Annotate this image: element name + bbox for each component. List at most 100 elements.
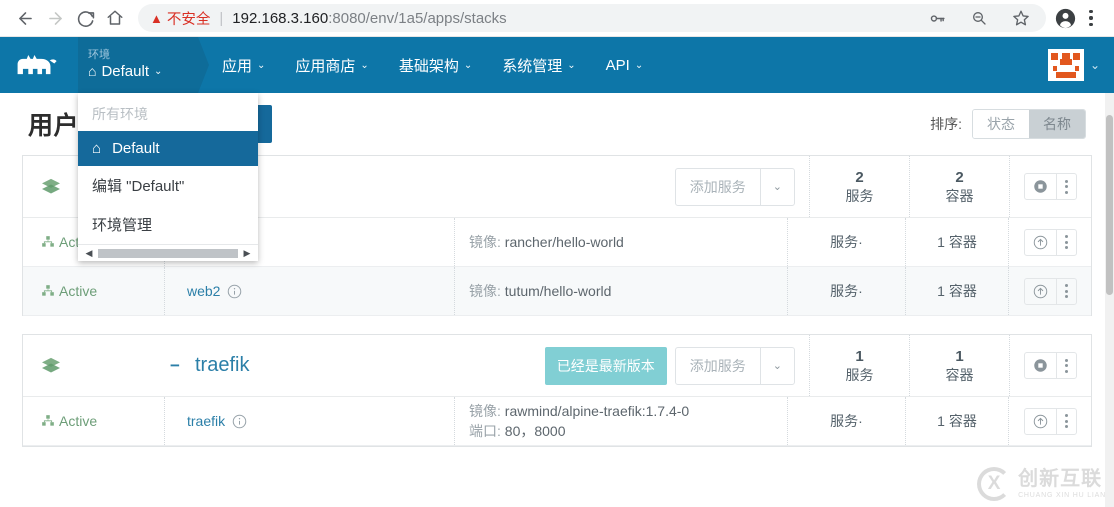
environment-name: Default (101, 63, 149, 80)
environment-dropdown: 所有环境 ⌂ Default 编辑 "Default" 环境管理 ◀ ▶ (78, 93, 258, 261)
nav-api-label: API (605, 56, 630, 74)
kebab-menu-icon[interactable] (1055, 229, 1076, 255)
service-name-cell[interactable]: traefik (165, 397, 455, 445)
dropdown-header: 所有环境 (92, 106, 148, 122)
back-button[interactable] (10, 3, 40, 33)
container-count-label: 容器 (945, 187, 974, 204)
reload-button[interactable] (70, 3, 100, 33)
upgrade-circle-icon[interactable] (1025, 279, 1056, 304)
service-scale-cell: 服务· (788, 397, 906, 445)
main-menu: 应用 ⌄ 应用商店 ⌄ 基础架构 ⌄ 系统管理 ⌄ API ⌄ (220, 37, 645, 93)
chevron-down-icon[interactable]: ⌄ (759, 347, 794, 384)
home-button[interactable] (100, 3, 130, 33)
nav-admin-label: 系统管理 (502, 57, 563, 75)
service-name[interactable]: web2 (187, 283, 220, 299)
environment-selector[interactable]: 环境 ⌂ Default ⌄ (78, 37, 209, 93)
stack-header: − traefik 已经是最新版本 添加服务 ⌄ 1 服务 1 容器 (23, 335, 1091, 397)
kebab-menu-icon[interactable] (1055, 408, 1076, 434)
chevron-down-icon[interactable]: ⌄ (759, 168, 794, 205)
dropdown-item-env-management[interactable]: 环境管理 (78, 205, 258, 244)
nav-infrastructure-label: 基础架构 (398, 57, 459, 75)
add-service-label[interactable]: 添加服务 (676, 169, 760, 205)
watermark-text: 创新互联 CHUANG XIN HU LIAN (1018, 469, 1106, 499)
ports-key: 端口: (469, 423, 501, 439)
service-count-value: 2 (855, 168, 864, 186)
dropdown-item-edit-default[interactable]: 编辑 "Default" (78, 166, 258, 205)
sort-option-state[interactable]: 状态 (973, 110, 1029, 138)
image-key: 镜像: (469, 234, 501, 250)
service-state-icon (42, 285, 54, 296)
address-bar[interactable]: ▲ 不安全 | 192.168.3.160:8080/env/1a5/apps/… (138, 4, 1046, 32)
service-action-group (1023, 277, 1077, 305)
scroll-right-arrow-icon[interactable]: ▶ (240, 248, 254, 259)
url-host: 192.168.3.160 (232, 9, 329, 27)
chevron-down-icon: ⌄ (567, 59, 576, 71)
service-container-cell: 1 容器 (906, 397, 1009, 445)
service-count-label: 服务 (845, 187, 874, 204)
service-state-label: Active (59, 283, 98, 299)
service-scale-cell: 服务· (788, 267, 906, 315)
nav-api[interactable]: API ⌄ (604, 53, 646, 78)
dropdown-scrollbar[interactable]: ◀ ▶ (78, 244, 258, 261)
stack-collapse-toggle[interactable]: − (169, 356, 181, 376)
stack-menu-cell (1009, 156, 1091, 217)
upgrade-circle-icon[interactable] (1025, 409, 1056, 434)
stop-circle-icon[interactable] (1025, 353, 1056, 378)
upgrade-circle-icon[interactable] (1025, 230, 1056, 255)
avatar[interactable] (1047, 49, 1084, 81)
kebab-menu-icon[interactable] (1078, 5, 1104, 31)
service-scale-cell: 服务· (788, 218, 906, 266)
nav-apps[interactable]: 应用 ⌄ (220, 51, 267, 80)
rancher-cow-logo (17, 55, 57, 75)
kebab-menu-icon[interactable] (1056, 174, 1076, 199)
reload-icon (77, 10, 94, 27)
up-to-date-button[interactable]: 已经是最新版本 (544, 346, 667, 385)
kebab-menu-icon[interactable] (1056, 353, 1076, 378)
nav-catalog[interactable]: 应用商店 ⌄ (293, 51, 370, 80)
scroll-thumb[interactable] (1106, 115, 1113, 295)
watermark-logo-icon: X (977, 467, 1012, 501)
environment-label: 环境 (88, 49, 110, 61)
dropdown-item-default[interactable]: ⌂ Default (78, 131, 258, 166)
rancher-logo[interactable] (0, 37, 78, 93)
key-icon[interactable] (924, 5, 950, 31)
sort-option-name[interactable]: 名称 (1029, 110, 1085, 138)
scroll-left-arrow-icon[interactable]: ◀ (82, 248, 96, 259)
service-container-cell: 1 容器 (906, 267, 1009, 315)
nav-infrastructure[interactable]: 基础架构 ⌄ (397, 51, 474, 80)
stack-name-cell[interactable]: − traefik (165, 354, 519, 377)
table-row: Active web2 镜像: tutum/hello-world 服务· 1 … (23, 267, 1091, 316)
info-circle-icon[interactable] (232, 414, 247, 429)
stack-name[interactable]: traefik (195, 354, 249, 377)
page-scrollbar[interactable] (1105, 37, 1114, 507)
info-circle-icon[interactable] (227, 284, 242, 299)
image-key: 镜像: (469, 283, 501, 299)
dropdown-item-label: 编辑 "Default" (92, 178, 185, 195)
stack-service-count: 1 服务 (809, 335, 909, 396)
kebab-menu-icon[interactable] (1055, 278, 1076, 304)
table-row: Active traefik 镜像: rawmind/alpine-traefi… (23, 397, 1091, 446)
chevron-down-icon: ⌄ (360, 59, 369, 71)
service-action-group (1023, 407, 1077, 435)
stack-actions: 添加服务 ⌄ (519, 167, 809, 206)
add-service-button-group[interactable]: 添加服务 ⌄ (674, 167, 795, 206)
nav-admin[interactable]: 系统管理 ⌄ (500, 51, 577, 80)
nav-apps-label: 应用 (222, 57, 253, 75)
zoom-out-icon[interactable] (966, 5, 992, 31)
add-service-button-group[interactable]: 添加服务 ⌄ (674, 346, 795, 385)
stop-circle-icon[interactable] (1025, 174, 1056, 199)
chevron-down-icon[interactable]: ⌄ (1090, 58, 1100, 72)
scroll-thumb[interactable] (98, 248, 238, 258)
service-name[interactable]: traefik (187, 413, 225, 429)
star-icon[interactable] (1008, 5, 1034, 31)
service-name-cell[interactable]: web2 (165, 267, 455, 315)
service-container-cell: 1 容器 (906, 218, 1009, 266)
add-service-label[interactable]: 添加服务 (676, 348, 760, 384)
stack-actions: 已经是最新版本 添加服务 ⌄ (519, 346, 809, 385)
image-value: rancher/hello-world (504, 234, 624, 250)
home-icon (107, 10, 123, 25)
service-action-group (1023, 228, 1077, 256)
url-text: 192.168.3.160:8080/env/1a5/apps/stacks (232, 10, 506, 27)
profile-avatar-icon[interactable] (1052, 5, 1078, 31)
forward-button[interactable] (40, 3, 70, 33)
